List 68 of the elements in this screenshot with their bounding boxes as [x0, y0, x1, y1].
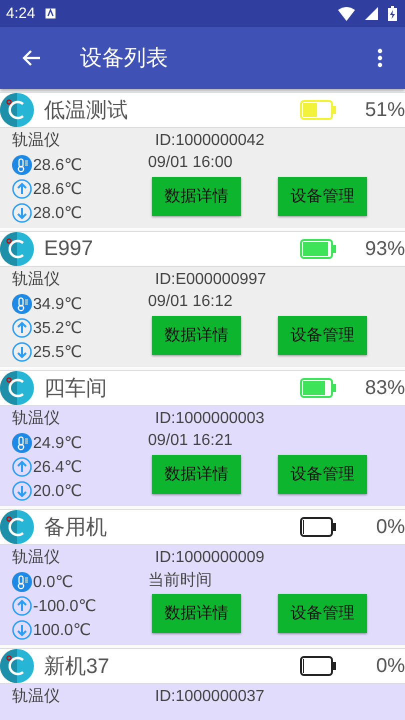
device-manage-button[interactable]: 设备管理	[278, 177, 367, 216]
arrow-down-icon	[12, 620, 32, 640]
update-time: 当前时间	[148, 570, 212, 590]
device-header[interactable]: 备用机 0%	[0, 510, 405, 545]
device-header[interactable]: E997 93%	[0, 232, 405, 267]
device-type: 轨温仪	[12, 131, 60, 151]
update-time: 09/01 16:12	[148, 293, 233, 311]
data-details-button[interactable]: 数据详情	[152, 594, 241, 633]
current-temperature: 34.9℃	[33, 294, 82, 314]
current-temperature: 24.9℃	[33, 434, 82, 452]
thermometer-icon	[12, 572, 32, 592]
data-details-button[interactable]: 数据详情	[152, 455, 241, 494]
max-temperature: 28.6℃	[33, 180, 82, 198]
thermometer-icon	[12, 432, 32, 452]
device-type: 轨温仪	[12, 687, 60, 707]
min-temperature: 25.5℃	[33, 342, 82, 362]
battery-percent: 83%	[364, 376, 405, 400]
current-temperature: 0.0℃	[33, 572, 74, 592]
device-name: 新机37	[44, 654, 110, 680]
device-header[interactable]: 新机37 0%	[0, 649, 405, 684]
thermometer-icon	[12, 154, 32, 174]
arrow-down-icon	[12, 202, 32, 222]
device-id: ID:1000000042	[155, 132, 264, 150]
device-manage-button[interactable]: 设备管理	[278, 455, 367, 494]
device-type: 轨温仪	[12, 270, 60, 290]
device-id: ID:1000000009	[155, 548, 264, 566]
device-id: ID:1000000037	[155, 688, 264, 706]
battery-percent: 0%	[375, 516, 405, 538]
device-name: 四车间	[44, 376, 108, 402]
min-temperature: 100.0℃	[33, 620, 92, 640]
device-id: ID:1000000003	[155, 410, 264, 428]
arrow-down-icon	[12, 480, 32, 500]
min-temperature: 20.0℃	[33, 482, 82, 500]
min-temperature: 28.0℃	[33, 204, 82, 222]
device-header[interactable]: 四车间 83%	[0, 371, 405, 406]
device-name: 备用机	[44, 515, 108, 541]
device-type: 轨温仪	[12, 409, 60, 429]
signal-icon	[365, 7, 378, 20]
arrow-up-icon	[12, 456, 32, 476]
max-temperature: 26.4℃	[33, 458, 82, 476]
current-temperature: 28.6℃	[33, 156, 82, 174]
wifi-icon	[338, 6, 355, 20]
battery-percent: 0%	[375, 654, 405, 678]
max-temperature: -100.0℃	[33, 596, 96, 616]
battery-percent: 93%	[364, 238, 405, 260]
device-header[interactable]: 低温测试 51%	[0, 93, 405, 128]
data-details-button[interactable]: 数据详情	[152, 316, 241, 355]
device-type: 轨温仪	[12, 548, 60, 568]
update-time: 09/01 16:00	[148, 154, 233, 172]
device-name: 低温测试	[44, 98, 129, 124]
max-temperature: 35.2℃	[33, 318, 82, 338]
arrow-down-icon	[12, 342, 32, 362]
device-name: E997	[44, 237, 94, 261]
device-manage-button[interactable]: 设备管理	[278, 316, 367, 355]
arrow-up-icon	[12, 318, 32, 338]
device-id: ID:E000000997	[155, 270, 266, 288]
thermometer-icon	[12, 294, 32, 314]
device-manage-button[interactable]: 设备管理	[278, 594, 367, 633]
data-details-button[interactable]: 数据详情	[152, 177, 241, 216]
clock: 4:24	[6, 5, 36, 22]
update-time: 09/01 16:21	[148, 432, 233, 450]
arrow-up-icon	[12, 178, 32, 198]
notification-icon	[45, 8, 56, 19]
more-options-icon[interactable]	[377, 48, 383, 68]
arrow-up-icon	[12, 596, 32, 616]
page-title: 设备列表	[80, 44, 169, 72]
battery-percent: 51%	[364, 98, 405, 122]
battery-charging-icon	[388, 6, 397, 21]
